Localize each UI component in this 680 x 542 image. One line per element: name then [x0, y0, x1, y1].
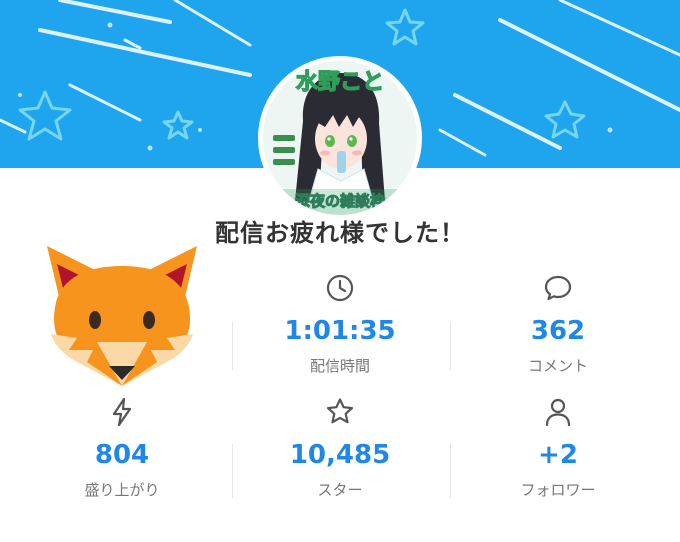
stat-followers: +2 フォロワー: [449, 390, 667, 502]
followers-value: +2: [538, 440, 578, 470]
stars-label: スター: [317, 481, 363, 499]
lightning-icon: [112, 397, 132, 427]
channel-avatar[interactable]: 水野こと 深夜の雑談枠: [258, 56, 422, 220]
excitement-label: 盛り上がり: [84, 481, 160, 499]
avatar-subtitle-text: 深夜の雑談枠: [295, 192, 385, 210]
star-icon: [326, 398, 354, 424]
comment-icon: [544, 275, 572, 301]
stream-time-value: 1:01:35: [284, 316, 396, 346]
person-icon: [545, 398, 571, 427]
avatar-logo-text: 水野こと: [296, 70, 384, 95]
stream-time-label: 配信時間: [309, 357, 370, 375]
stat-stars: 10,485 スター: [231, 390, 449, 502]
comments-value: 362: [530, 316, 586, 346]
clock-icon: [326, 274, 354, 302]
comments-label: コメント: [527, 357, 588, 375]
avatar-artwork: 水野こと 深夜の雑談枠: [263, 61, 417, 215]
stat-stream-time: 1:01:35 配信時間: [231, 266, 449, 378]
stars-value: 10,485: [289, 440, 391, 470]
stat-comments: 362 コメント: [449, 266, 667, 378]
fox-face-icon: [37, 238, 207, 392]
excitement-value: 804: [94, 440, 150, 470]
followers-label: フォロワー: [520, 481, 596, 499]
stat-excitement: 804 盛り上がり: [13, 390, 231, 502]
